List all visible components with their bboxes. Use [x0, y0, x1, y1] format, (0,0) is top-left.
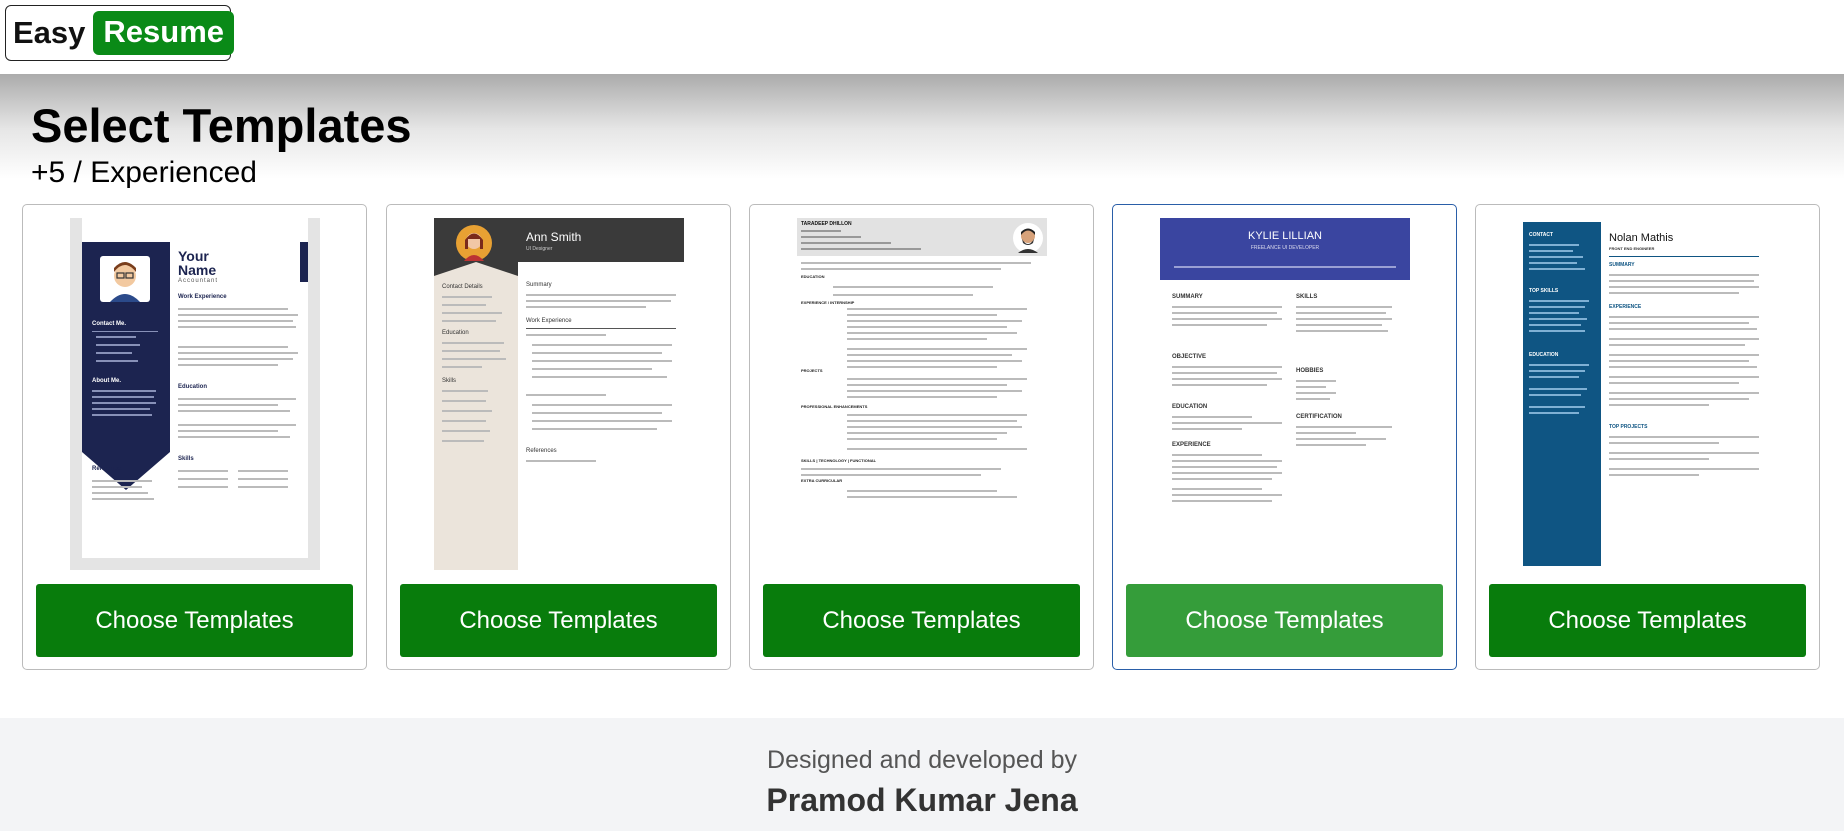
preview-heading: SUMMARY	[1609, 262, 1635, 268]
preview-heading: Contact Details	[442, 284, 483, 290]
preview-heading: Education	[178, 384, 208, 390]
top-navbar: Easy Resume	[0, 0, 1844, 74]
preview-heading: Summary	[526, 282, 552, 288]
template-preview-5: CONTACT TOP SKILLS EDUCATION Nolan Mathi…	[1523, 218, 1773, 570]
preview-heading: Education	[442, 330, 469, 336]
template-card-3[interactable]: TARADEEP DHILLON EDUCATION EXPERIENCE / …	[749, 204, 1094, 670]
logo-easy-text: Easy	[13, 15, 86, 50]
page-subtitle: +5 / Experienced	[31, 156, 257, 189]
preview-heading: References	[526, 448, 557, 454]
preview-heading: EXPERIENCE	[1172, 442, 1211, 448]
preview-heading: Skills	[178, 456, 194, 462]
preview-heading: HOBBIES	[1296, 368, 1324, 374]
footer-credit-label: Designed and developed by	[767, 746, 1077, 774]
template-card-1[interactable]: Your Name Accountant Contact Me. About M…	[22, 204, 367, 670]
preview-role: UI Designer	[526, 246, 553, 252]
preview-heading: Contact Me.	[92, 321, 127, 327]
template-card-4[interactable]: KYLIE LILLIAN FREELANCE UI DEVELOPER SUM…	[1112, 204, 1457, 670]
preview-heading: EXPERIENCE / INTERNSHIP	[801, 300, 855, 305]
preview-heading: SKILLS | TECHNOLOGY | FUNCTIONAL	[801, 458, 877, 463]
preview-name: KYLIE LILLIAN	[1248, 230, 1322, 242]
preview-role: FREELANCE UI DEVELOPER	[1250, 245, 1320, 251]
preview-heading: Work Experience	[178, 294, 227, 300]
preview-heading: EXTRA CURRICULAR	[801, 478, 843, 483]
template-preview-3: TARADEEP DHILLON EDUCATION EXPERIENCE / …	[797, 218, 1047, 570]
preview-role: Accountant	[178, 278, 219, 284]
choose-template-button[interactable]: Choose Templates	[1489, 584, 1806, 657]
preview-heading: About Me.	[92, 378, 121, 384]
choose-template-button[interactable]: Choose Templates	[36, 584, 353, 657]
footer: Designed and developed by Pramod Kumar J…	[0, 718, 1844, 831]
preview-name: Ann Smith	[526, 230, 582, 244]
preview-heading: EXPERIENCE	[1609, 304, 1642, 310]
template-preview-1: Your Name Accountant Contact Me. About M…	[70, 218, 320, 570]
preview-heading: SUMMARY	[1172, 294, 1203, 300]
avatar	[456, 225, 492, 261]
preview-name: Nolan Mathis	[1609, 232, 1674, 244]
preview-heading: SKILLS	[1296, 294, 1318, 300]
preview-heading: OBJECTIVE	[1172, 354, 1207, 360]
template-preview-4: KYLIE LILLIAN FREELANCE UI DEVELOPER SUM…	[1160, 218, 1410, 570]
preview-heading: CERTIFICATION	[1296, 414, 1342, 420]
preview-name-last: Name	[178, 262, 217, 278]
preview-heading: PROFESSIONAL ENHANCEMENTS	[801, 404, 868, 409]
preview-heading: Skills	[442, 378, 457, 384]
preview-role: FRONT END ENGINEER	[1609, 246, 1655, 251]
choose-template-button[interactable]: Choose Templates	[1126, 584, 1443, 657]
avatar	[1013, 223, 1043, 253]
preview-heading: TOP SKILLS	[1529, 288, 1559, 294]
preview-heading: PROJECTS	[801, 368, 823, 373]
template-preview-2: Ann Smith UI Designer Contact Details Ed…	[434, 218, 684, 570]
choose-template-button[interactable]: Choose Templates	[763, 584, 1080, 657]
footer-author-name: Pramod Kumar Jena	[766, 782, 1078, 818]
page-title: Select Templates	[31, 99, 412, 152]
template-card-2[interactable]: Ann Smith UI Designer Contact Details Ed…	[386, 204, 731, 670]
preview-heading: EDUCATION	[1172, 404, 1208, 410]
avatar	[100, 256, 150, 302]
brand-logo[interactable]: Easy Resume	[5, 5, 235, 61]
preview-heading: Reference.	[92, 466, 123, 472]
preview-name: TARADEEP DHILLON	[801, 221, 852, 227]
preview-heading: CONTACT	[1529, 232, 1554, 238]
preview-heading: EDUCATION	[801, 274, 825, 279]
choose-template-button[interactable]: Choose Templates	[400, 584, 717, 657]
preview-heading: TOP PROJECTS	[1609, 424, 1648, 430]
template-card-5[interactable]: CONTACT TOP SKILLS EDUCATION Nolan Mathi…	[1475, 204, 1820, 670]
logo-resume-badge: Resume	[93, 11, 235, 55]
preview-heading: Work Experience	[526, 318, 572, 324]
preview-heading: EDUCATION	[1529, 352, 1559, 358]
